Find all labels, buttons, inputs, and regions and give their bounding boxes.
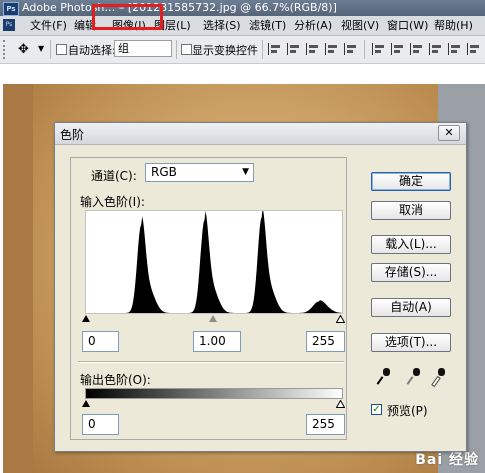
menu-view[interactable]: 视图(V)	[339, 16, 381, 35]
output-levels-slider[interactable]	[82, 400, 345, 408]
align-vcenter-icon[interactable]	[287, 43, 300, 55]
photoshop-logo-icon: Ps	[3, 2, 19, 16]
show-transform-checkbox[interactable]	[181, 44, 192, 55]
menu-filter[interactable]: 滤镜(T)	[247, 16, 288, 35]
auto-select-target-dropdown[interactable]: 组	[114, 40, 172, 57]
menu-help[interactable]: 帮助(H)	[432, 16, 475, 35]
gray-point-input-handle[interactable]	[209, 315, 217, 322]
align-top-icon[interactable]	[268, 43, 281, 55]
white-eyedropper-icon[interactable]	[431, 368, 446, 388]
annotation-highlight-box	[92, 4, 163, 30]
white-point-output-handle[interactable]	[336, 400, 345, 408]
load-button[interactable]: 载入(L)...	[371, 235, 451, 254]
channel-label: 通道(C):	[91, 169, 137, 183]
options-button[interactable]: 选项(T)...	[371, 333, 451, 352]
distribute-top-icon[interactable]	[372, 43, 385, 55]
watermark: Bai 经验	[415, 452, 479, 468]
menu-file[interactable]: 文件(F)	[28, 16, 69, 35]
distribute-vcenter-icon[interactable]	[391, 43, 404, 55]
separator	[364, 40, 365, 59]
output-black-field[interactable]: 0	[82, 414, 119, 435]
align-left-icon[interactable]	[325, 43, 338, 55]
distribute-right-icon[interactable]	[467, 43, 480, 55]
distribute-hcenter-icon[interactable]	[448, 43, 461, 55]
close-button[interactable]: ✕	[438, 125, 460, 141]
options-bar: ✥ ▼ 自动选择: 组 显示变换控件	[0, 36, 485, 64]
app-menu-icon[interactable]: Ps	[3, 19, 15, 31]
output-white-field[interactable]: 255	[306, 414, 345, 435]
input-levels-slider[interactable]	[82, 315, 345, 323]
auto-select-checkbox[interactable]	[56, 44, 67, 55]
menu-bar: Ps 文件(F) 编辑 图像(I) 图层(L) 选择(S) 滤镜(T) 分析(A…	[0, 16, 485, 36]
gray-eyedropper-icon[interactable]	[406, 368, 421, 386]
separator	[262, 40, 263, 59]
channel-value: RGB	[151, 165, 177, 179]
histogram-area	[86, 207, 342, 313]
histogram-plot	[86, 207, 342, 313]
black-eyedropper-icon[interactable]	[376, 368, 391, 386]
dialog-titlebar[interactable]: 色阶 ✕	[55, 123, 466, 145]
output-gradient-bar	[85, 388, 343, 399]
chevron-down-icon: ▼	[242, 167, 249, 177]
input-white-field[interactable]: 255	[306, 331, 345, 352]
window-title: Adobe Photosh… – [201281585732.jpg @ 66.…	[22, 1, 337, 14]
separator	[50, 40, 51, 59]
histogram	[85, 207, 343, 314]
separator	[176, 40, 177, 59]
input-levels-label: 输入色阶(I):	[80, 195, 145, 209]
input-gamma-field[interactable]: 1.00	[193, 331, 241, 352]
levels-dialog: 色阶 ✕ 通道(C): RGB ▼ 输入色阶(I): 0 1.00 255 输出…	[54, 122, 467, 452]
save-button[interactable]: 存储(S)...	[371, 263, 451, 282]
menu-window[interactable]: 窗口(W)	[385, 16, 430, 35]
menu-select[interactable]: 选择(S)	[201, 16, 243, 35]
white-point-input-handle[interactable]	[336, 315, 345, 323]
output-levels-label: 输出色阶(O):	[80, 373, 151, 387]
move-tool-icon[interactable]: ✥	[18, 42, 29, 57]
toolbar-grip[interactable]	[3, 40, 8, 59]
channel-dropdown[interactable]: RGB ▼	[145, 163, 254, 182]
auto-button[interactable]: 自动(A)	[371, 298, 451, 317]
dialog-title: 色阶	[60, 128, 85, 142]
input-black-field[interactable]: 0	[82, 331, 119, 352]
app-titlebar: Ps Adobe Photosh… – [201281585732.jpg @ …	[0, 0, 485, 16]
black-point-input-handle[interactable]	[82, 315, 90, 322]
distribute-bottom-icon[interactable]	[410, 43, 423, 55]
distribute-left-icon[interactable]	[429, 43, 442, 55]
auto-select-label: 自动选择:	[68, 44, 116, 57]
preview-label: 预览(P)	[387, 404, 428, 418]
align-hcenter-icon[interactable]	[344, 43, 357, 55]
align-bottom-icon[interactable]	[306, 43, 319, 55]
ok-button[interactable]: 确定	[371, 172, 451, 191]
show-transform-label: 显示变换控件	[192, 44, 258, 57]
preview-checkbox[interactable]: ✓	[371, 404, 382, 415]
tool-preset-caret-icon[interactable]: ▼	[38, 44, 44, 53]
divider	[78, 361, 344, 363]
black-point-output-handle[interactable]	[82, 400, 90, 407]
cancel-button[interactable]: 取消	[371, 201, 451, 220]
menu-analysis[interactable]: 分析(A)	[292, 16, 334, 35]
